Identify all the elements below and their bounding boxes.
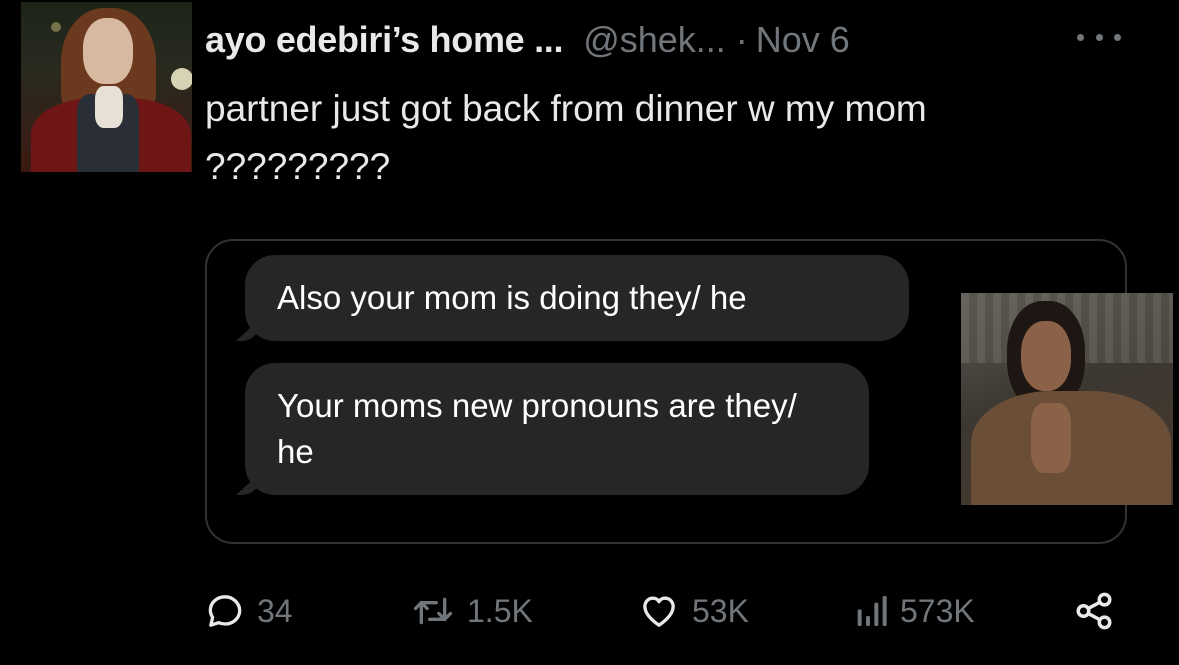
more-dot (1077, 33, 1084, 41)
tweet-header: ayo edebiri’s home ... @shek... · Nov 6 (205, 14, 850, 66)
retweet-icon (413, 597, 453, 625)
views-count: 573K (900, 592, 975, 629)
display-name[interactable]: ayo edebiri’s home ... (205, 19, 563, 61)
avatar-cravat (95, 86, 123, 128)
reply-icon (208, 595, 242, 627)
reply-button[interactable]: 34 (205, 585, 293, 637)
message-text: Also your mom is doing they/ he (277, 279, 747, 316)
overlay-photo (961, 293, 1173, 505)
more-dot (1114, 33, 1121, 41)
avatar-bokeh (51, 22, 61, 32)
share-icon (1076, 592, 1112, 630)
like-count: 53K (692, 592, 749, 629)
action-bar: 34 1.5K 53K 573K (205, 585, 1125, 637)
share-button[interactable] (1073, 585, 1115, 637)
user-handle[interactable]: @shek... (583, 19, 726, 61)
avatar[interactable] (21, 2, 192, 172)
like-button[interactable]: 53K (638, 585, 749, 637)
analytics-icon (857, 596, 887, 626)
photo-chest (1031, 403, 1071, 473)
bubble-tail (236, 319, 260, 341)
message-bubble: Your moms new pronouns are they/ he (236, 363, 869, 495)
retweet-count: 1.5K (467, 592, 533, 629)
avatar-bokeh (171, 68, 192, 90)
message-text: Your moms new pronouns are they/ he (277, 387, 797, 470)
reply-count: 34 (257, 592, 293, 629)
photo-face (1021, 321, 1071, 391)
more-dot (1095, 33, 1103, 41)
photo-body (971, 391, 1171, 505)
heart-icon (643, 596, 675, 627)
tweet-date[interactable]: Nov 6 (756, 19, 850, 61)
separator-dot: · (735, 19, 748, 60)
retweet-button[interactable]: 1.5K (411, 585, 533, 637)
avatar-face (83, 18, 133, 84)
more-horizontal-icon[interactable] (1077, 27, 1121, 47)
tweet-text: partner just got back from dinner w my m… (205, 88, 927, 187)
views-button[interactable]: 573K (854, 585, 975, 637)
message-bubble: Also your mom is doing they/ he (236, 255, 909, 341)
bubble-tail (236, 473, 260, 495)
